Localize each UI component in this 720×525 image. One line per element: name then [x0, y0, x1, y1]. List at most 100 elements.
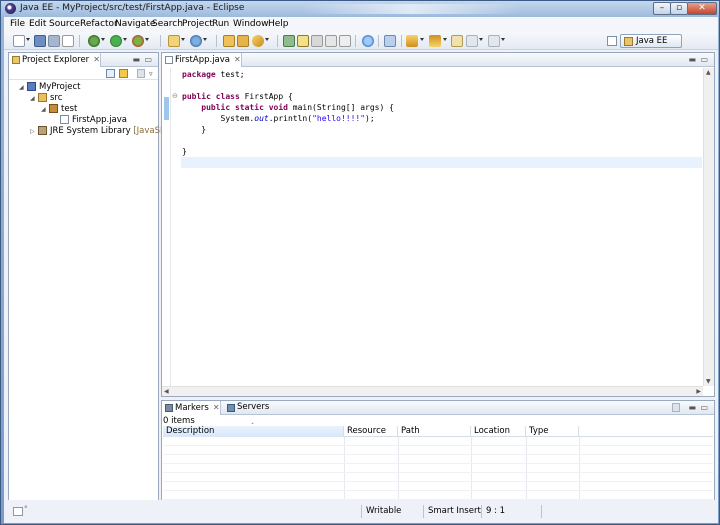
open-type-icon[interactable]: [223, 35, 235, 47]
menu-project[interactable]: Project: [182, 19, 213, 29]
next-annotation-dropdown-icon[interactable]: [420, 38, 424, 41]
pin-editor-icon[interactable]: [384, 35, 396, 47]
tab-servers[interactable]: Servers: [224, 401, 269, 415]
keyword: public static void: [201, 103, 288, 112]
menu-window[interactable]: Window: [233, 19, 269, 29]
globe-icon[interactable]: [362, 35, 374, 47]
back-dropdown-icon[interactable]: [479, 38, 483, 41]
new-icon[interactable]: [13, 35, 25, 47]
print-icon[interactable]: [62, 35, 74, 47]
editor-horizontal-scrollbar[interactable]: ◀ ▶: [162, 386, 703, 396]
menu-source[interactable]: Source: [49, 19, 80, 29]
close-tab-icon[interactable]: ✕: [234, 55, 241, 64]
tree-item-src-label: src: [50, 93, 63, 103]
project-explorer-view: Project Explorer ✕ ▬ ▭ ▿ ◢ MyProject ◢ sr…: [8, 52, 185, 502]
new-server-dropdown-icon[interactable]: [181, 38, 185, 41]
expand-myproject-icon[interactable]: ◢: [19, 85, 25, 91]
table-row: [163, 446, 713, 455]
minimize-button[interactable]: –: [653, 2, 671, 15]
minimize-view-icon[interactable]: ▬: [132, 55, 140, 64]
menu-file[interactable]: File: [10, 19, 25, 29]
menu-edit[interactable]: Edit: [29, 19, 46, 29]
maximize-view-icon[interactable]: ▭: [700, 403, 708, 412]
editor-vertical-scrollbar[interactable]: ▲ ▼: [703, 68, 714, 386]
minimize-view-icon[interactable]: ▬: [688, 403, 696, 412]
tab-markers[interactable]: Markers ✕: [162, 401, 221, 415]
menu-navigate[interactable]: Navigate: [115, 19, 155, 29]
save-all-icon[interactable]: [48, 35, 60, 47]
previous-annotation-icon[interactable]: [429, 35, 441, 47]
fast-view-icon[interactable]: [13, 507, 23, 516]
close-tab-icon[interactable]: ✕: [93, 55, 100, 64]
debug-icon[interactable]: [88, 35, 100, 47]
window-title: Java EE - MyProject/src/test/FirstApp.ja…: [20, 3, 245, 13]
menu-refactor[interactable]: Refactor: [80, 19, 118, 29]
link-with-editor-icon[interactable]: [119, 69, 128, 78]
scroll-right-icon[interactable]: ▶: [696, 388, 701, 395]
maximize-button[interactable]: ▫: [670, 2, 688, 15]
expand-jre-icon[interactable]: ▷: [30, 129, 36, 135]
show-whitespace-icon[interactable]: [325, 35, 337, 47]
tab-project-explorer[interactable]: Project Explorer ✕: [9, 53, 101, 67]
expand-src-icon[interactable]: ◢: [30, 96, 36, 102]
web-browser-dropdown-icon[interactable]: [203, 38, 207, 41]
search-dropdown-icon[interactable]: [265, 38, 269, 41]
new-server-icon[interactable]: [168, 35, 180, 47]
tree-item-firstapp-java[interactable]: FirstApp.java: [60, 115, 127, 126]
menu-run[interactable]: Run: [212, 19, 229, 29]
perspective-java-ee-button[interactable]: Java EE: [620, 34, 682, 48]
tab-firstapp-java[interactable]: FirstApp.java ✕: [162, 53, 242, 67]
web-browser-icon[interactable]: [190, 35, 202, 47]
mark-occurrences-icon[interactable]: [297, 35, 309, 47]
menu-bar: File Edit Source Refactor Navigate Searc…: [4, 17, 718, 32]
tree-item-package-test[interactable]: test: [49, 104, 77, 115]
next-annotation-icon[interactable]: [406, 35, 418, 47]
debug-dropdown-icon[interactable]: [101, 38, 105, 41]
tree-item-myproject[interactable]: MyProject: [27, 82, 80, 93]
expand-test-icon[interactable]: ◢: [41, 107, 47, 113]
code-editor[interactable]: ⊖ package test; public class FirstApp { …: [162, 68, 714, 396]
block-selection-icon[interactable]: [311, 35, 323, 47]
scroll-up-icon[interactable]: ▲: [706, 69, 711, 76]
previous-annotation-dropdown-icon[interactable]: [443, 38, 447, 41]
maximize-editor-icon[interactable]: ▭: [700, 55, 708, 64]
servers-icon: [227, 404, 235, 412]
column-location[interactable]: Location: [471, 426, 526, 437]
column-resource[interactable]: Resource: [344, 426, 398, 437]
forward-dropdown-icon[interactable]: [501, 38, 505, 41]
collapse-all-icon[interactable]: [106, 69, 115, 78]
close-window-button[interactable]: ✕: [687, 2, 717, 15]
new-dropdown-icon[interactable]: [26, 38, 30, 41]
search-icon[interactable]: [252, 35, 264, 47]
forward-icon[interactable]: [488, 35, 500, 47]
markers-table[interactable]: Description ˆ Resource Path Location Typ…: [163, 423, 713, 500]
menu-search[interactable]: Search: [152, 19, 183, 29]
view-menu-chevron-icon[interactable]: ▿: [149, 70, 153, 78]
column-path[interactable]: Path: [398, 426, 471, 437]
menu-help[interactable]: Help: [268, 19, 289, 29]
open-perspective-icon[interactable]: [607, 36, 617, 46]
minimize-editor-icon[interactable]: ▬: [688, 55, 696, 64]
back-icon[interactable]: [466, 35, 478, 47]
run-icon[interactable]: [110, 35, 122, 47]
maximize-view-icon[interactable]: ▭: [144, 55, 152, 64]
tree-item-src[interactable]: src: [38, 93, 62, 104]
scroll-left-icon[interactable]: ◀: [164, 388, 169, 395]
run-dropdown-icon[interactable]: [123, 38, 127, 41]
view-menu-icon[interactable]: [137, 69, 145, 78]
external-tools-dropdown-icon[interactable]: [145, 38, 149, 41]
annotation-icon[interactable]: [283, 35, 295, 47]
quick-diff-marker: [164, 97, 169, 120]
column-type[interactable]: Type: [526, 426, 579, 437]
fast-view-plus-icon[interactable]: °: [24, 505, 28, 513]
open-folder-icon[interactable]: [237, 35, 249, 47]
paragraph-icon[interactable]: [339, 35, 351, 47]
last-edit-icon[interactable]: [451, 35, 463, 47]
view-menu-icon[interactable]: [672, 403, 680, 412]
close-tab-icon[interactable]: ✕: [213, 403, 220, 412]
external-tools-icon[interactable]: [132, 35, 144, 47]
save-icon[interactable]: [34, 35, 46, 47]
fold-collapse-icon[interactable]: ⊖: [172, 92, 178, 100]
scroll-down-icon[interactable]: ▼: [706, 378, 711, 385]
